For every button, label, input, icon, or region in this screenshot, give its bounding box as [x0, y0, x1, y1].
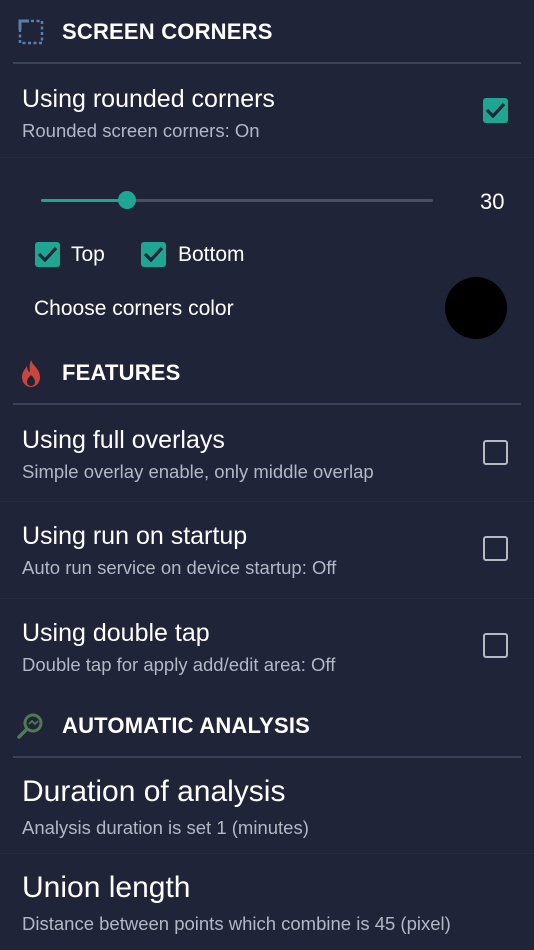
- pref-run-on-startup[interactable]: Using run on startup Auto run service on…: [0, 502, 534, 597]
- pref-full-overlays[interactable]: Using full overlays Simple overlay enabl…: [0, 405, 534, 500]
- section-title: AUTOMATIC ANALYSIS: [62, 713, 311, 738]
- pref-title: Using rounded corners: [22, 85, 275, 113]
- top-corners-label[interactable]: Top: [71, 243, 105, 267]
- screen-corners-icon: [16, 17, 46, 47]
- row-separator: [0, 157, 534, 158]
- pref-title: Using run on startup: [22, 522, 248, 550]
- choose-corners-color-label[interactable]: Choose corners color: [34, 297, 234, 321]
- bottom-corners-checkbox[interactable]: [141, 242, 166, 267]
- section-header-screen-corners: SCREEN CORNERS: [0, 1, 534, 63]
- bottom-corners-label[interactable]: Bottom: [178, 243, 245, 267]
- pref-summary: Auto run service on device startup: Off: [22, 557, 337, 578]
- pref-rounded-corners[interactable]: Using rounded corners Rounded screen cor…: [0, 64, 534, 156]
- pref-summary: Distance between points which combine is…: [22, 913, 451, 934]
- corners-color-swatch[interactable]: [445, 277, 507, 339]
- full-overlays-checkbox[interactable]: [483, 440, 508, 465]
- section-title: SCREEN CORNERS: [62, 19, 273, 44]
- flame-icon: [16, 358, 46, 388]
- pref-summary: Simple overlay enable, only middle overl…: [22, 461, 374, 482]
- pref-summary: Analysis duration is set 1 (minutes): [22, 817, 309, 838]
- section-title: FEATURES: [62, 360, 181, 385]
- rounded-corners-checkbox[interactable]: [483, 98, 508, 123]
- section-header-features: FEATURES: [0, 342, 534, 404]
- pref-title: Using full overlays: [22, 426, 225, 454]
- corner-radius-value: 30: [480, 189, 505, 214]
- pref-title: Duration of analysis: [22, 775, 286, 808]
- run-on-startup-checkbox[interactable]: [483, 536, 508, 561]
- section-header-automatic-analysis: AUTOMATIC ANALYSIS: [0, 695, 534, 757]
- pref-duration-of-analysis[interactable]: Duration of analysis Analysis duration i…: [0, 758, 534, 853]
- pref-summary: Double tap for apply add/edit area: Off: [22, 654, 336, 675]
- double-tap-checkbox[interactable]: [483, 633, 508, 658]
- magnify-icon: [16, 711, 46, 741]
- pref-title: Using double tap: [22, 619, 210, 647]
- corner-radius-slider-fill: [41, 199, 127, 202]
- corner-radius-slider-thumb[interactable]: [118, 191, 136, 209]
- pref-union-length[interactable]: Union length Distance between points whi…: [0, 854, 534, 950]
- pref-summary: Rounded screen corners: On: [22, 120, 260, 141]
- pref-double-tap[interactable]: Using double tap Double tap for apply ad…: [0, 598, 534, 693]
- pref-title: Union length: [22, 871, 191, 904]
- top-corners-checkbox[interactable]: [35, 242, 60, 267]
